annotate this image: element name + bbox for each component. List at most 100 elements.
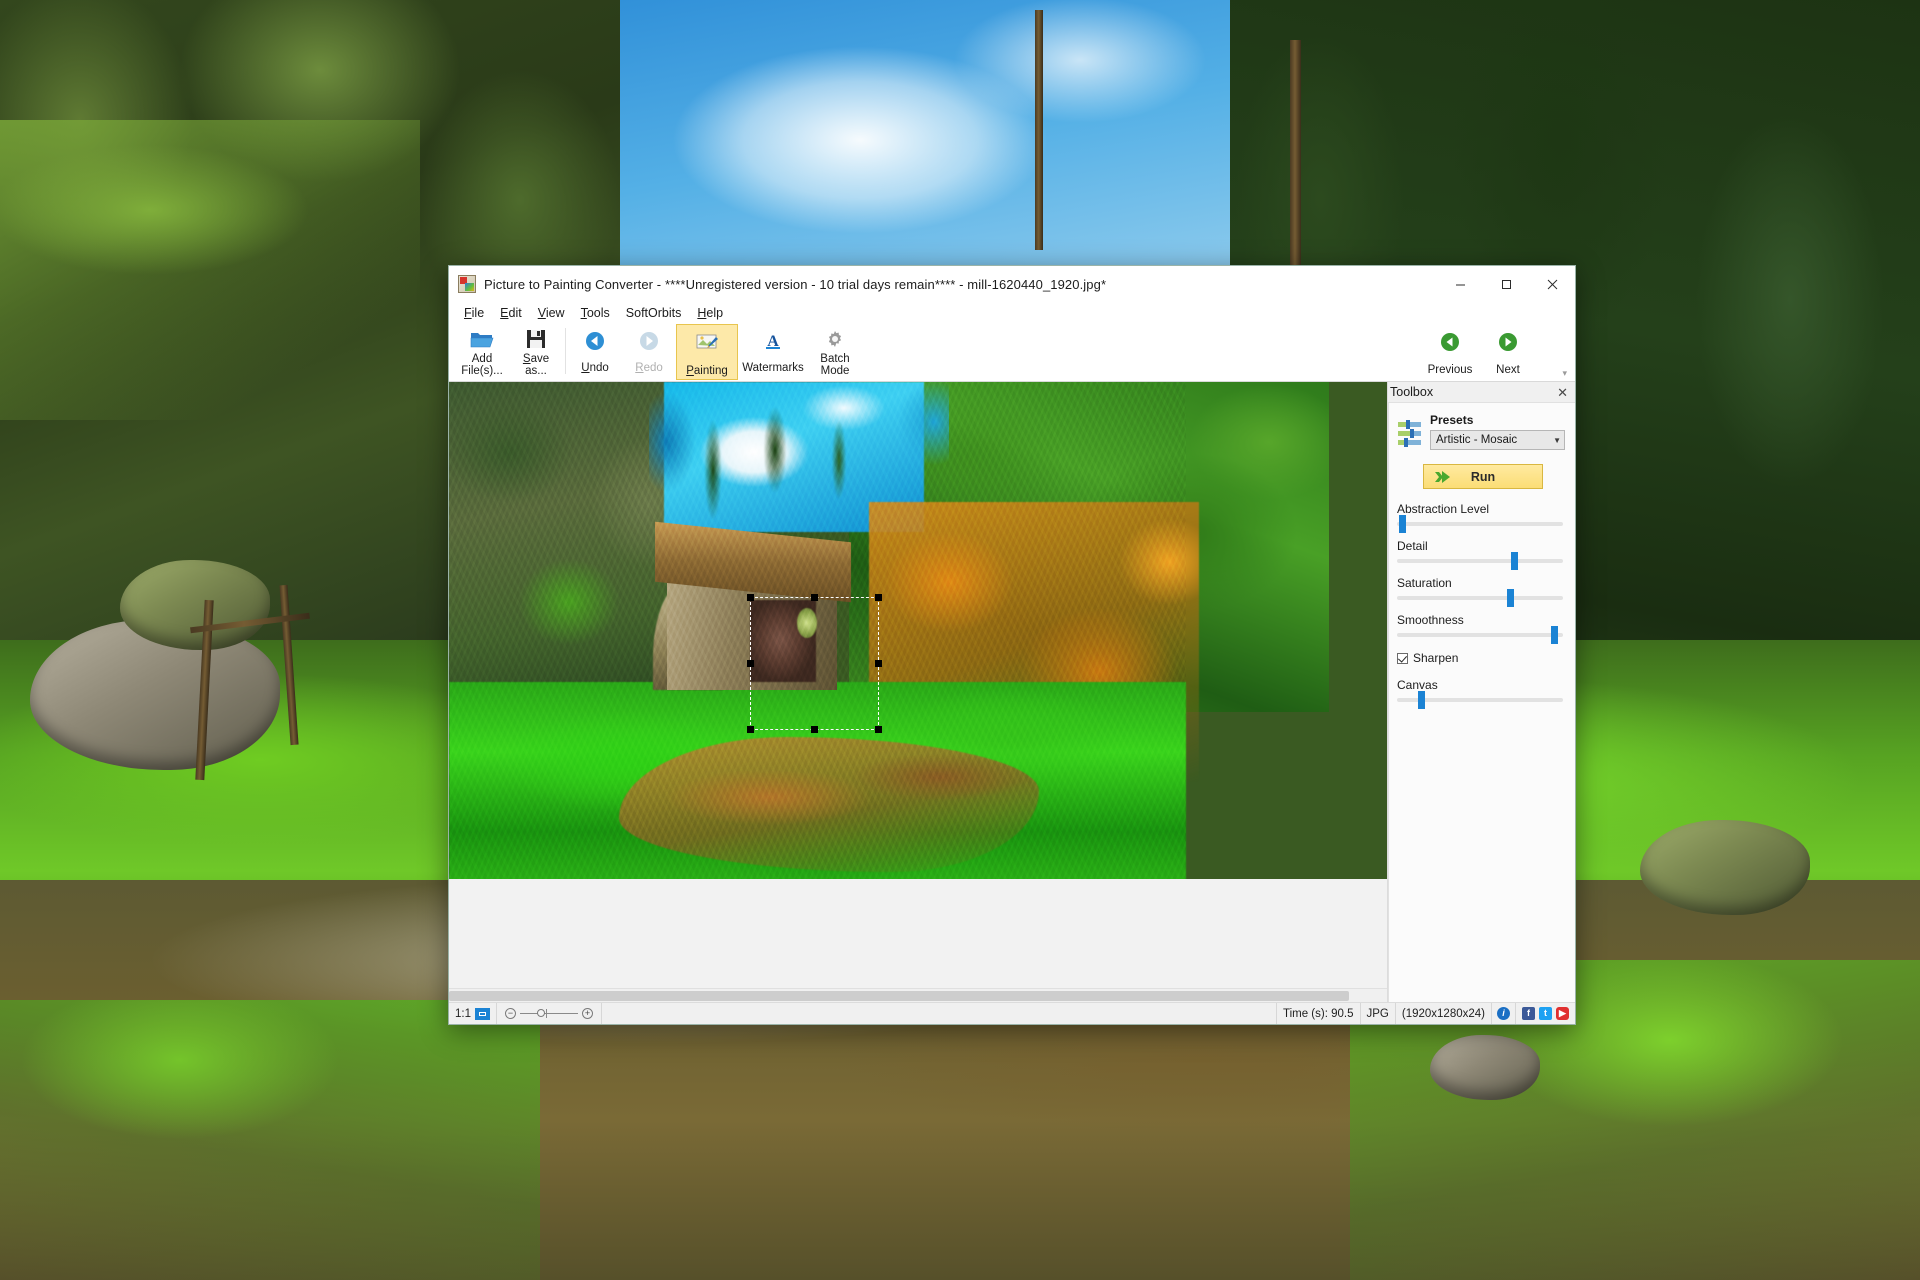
- open-folder-icon: [469, 327, 495, 351]
- undo-label: Undo: [581, 361, 609, 374]
- painterly-mill-preview[interactable]: [449, 382, 1387, 879]
- watermarks-button[interactable]: A Watermarks: [738, 324, 808, 378]
- facebook-icon[interactable]: f: [1522, 1007, 1535, 1020]
- menu-tools[interactable]: Tools: [573, 304, 618, 322]
- save-as-label-1: Save: [522, 353, 550, 365]
- zoom-ratio[interactable]: 1:1: [449, 1003, 497, 1024]
- add-files-button[interactable]: Add File(s)...: [455, 324, 509, 378]
- wallpaper-tree-trunk: [1035, 10, 1043, 250]
- gear-icon: [822, 327, 848, 351]
- sharpen-label: Sharpen: [1413, 651, 1459, 665]
- preset-dropdown[interactable]: Artistic - Mosaic ▼: [1430, 430, 1565, 450]
- presets-row: Presets Artistic - Mosaic ▼: [1397, 413, 1565, 450]
- batch-mode-button[interactable]: Batch Mode: [808, 324, 862, 378]
- title-bar[interactable]: Picture to Painting Converter - ****Unre…: [449, 266, 1575, 302]
- zoom-slider[interactable]: − +: [497, 1003, 602, 1024]
- undo-button[interactable]: Undo: [568, 324, 622, 378]
- slider-thumb[interactable]: [1506, 589, 1514, 607]
- batch-mode-label-2: Mode: [820, 365, 850, 378]
- zoom-ratio-label: 1:1: [455, 1007, 471, 1020]
- zoom-center-tick: [545, 1009, 547, 1018]
- ribbon-toolbar: Add File(s)... Save as... Undo Redo Pain…: [449, 324, 1575, 382]
- slider-track[interactable]: [1397, 552, 1563, 570]
- selection-handle-w[interactable]: [747, 660, 754, 667]
- slider-track[interactable]: [1397, 626, 1563, 644]
- maximize-icon[interactable]: [1483, 266, 1529, 302]
- slider-saturation: Saturation: [1397, 576, 1565, 607]
- ribbon-divider: [565, 328, 566, 374]
- green-double-arrow-icon: [1434, 470, 1454, 484]
- slider-smoothness: Smoothness: [1397, 613, 1565, 644]
- canvas-padding: [449, 879, 1387, 988]
- zoom-out-icon[interactable]: −: [505, 1008, 516, 1019]
- wallpaper-rock: [1430, 1035, 1540, 1100]
- zoom-track[interactable]: [520, 1009, 578, 1018]
- slider-track[interactable]: [1397, 589, 1563, 607]
- add-files-label-1: Add: [471, 353, 493, 365]
- slider-thumb[interactable]: [1551, 626, 1559, 644]
- slider-track[interactable]: [1397, 691, 1563, 709]
- batch-mode-label-1: Batch: [820, 353, 850, 365]
- menu-help[interactable]: Help: [689, 304, 731, 322]
- slider-detail: Detail: [1397, 539, 1565, 570]
- twitter-icon[interactable]: t: [1539, 1007, 1552, 1020]
- app-window: Picture to Painting Converter - ****Unre…: [448, 265, 1576, 1025]
- info-button[interactable]: i: [1492, 1003, 1516, 1024]
- wallpaper-left-bank: [0, 1000, 540, 1280]
- sliders-equalizer-icon: [1397, 419, 1423, 449]
- slider-thumb[interactable]: [1417, 691, 1425, 709]
- info-icon[interactable]: i: [1497, 1007, 1510, 1020]
- selection-handle-n[interactable]: [811, 594, 818, 601]
- minimize-icon[interactable]: [1437, 266, 1483, 302]
- selection-marquee[interactable]: [747, 594, 882, 733]
- fit-to-window-icon[interactable]: [475, 1007, 490, 1020]
- painting-button[interactable]: Painting: [676, 324, 738, 380]
- next-button[interactable]: Next: [1479, 327, 1537, 381]
- selection-handle-s[interactable]: [811, 726, 818, 733]
- selection-handle-sw[interactable]: [747, 726, 754, 733]
- close-icon[interactable]: [1529, 266, 1575, 302]
- window-controls: [1437, 266, 1575, 302]
- scrollbar-thumb[interactable]: [449, 991, 1350, 1001]
- toolbox-content: Presets Artistic - Mosaic ▼ Run Abstract…: [1388, 402, 1575, 1002]
- watermarks-label: Watermarks: [742, 361, 804, 374]
- slider-track[interactable]: [1397, 515, 1563, 533]
- run-button[interactable]: Run: [1423, 464, 1543, 489]
- slider-label: Abstraction Level: [1397, 502, 1490, 516]
- canvas-area[interactable]: [449, 382, 1387, 1002]
- zoom-knob[interactable]: [537, 1009, 546, 1017]
- save-as-button[interactable]: Save as...: [509, 324, 563, 378]
- toolbox-header: Toolbox ✕: [1388, 382, 1575, 402]
- youtube-icon[interactable]: ▶: [1556, 1007, 1569, 1020]
- menu-edit[interactable]: Edit: [492, 304, 530, 322]
- slider-label: Canvas: [1397, 678, 1438, 692]
- sharpen-checkbox[interactable]: [1397, 652, 1408, 664]
- social-links: f t ▶: [1516, 1003, 1575, 1024]
- floppy-disk-icon: [523, 327, 549, 351]
- slider-thumb[interactable]: [1398, 515, 1406, 533]
- slider-label: Saturation: [1397, 576, 1452, 590]
- selection-handle-ne[interactable]: [875, 594, 882, 601]
- menu-file[interactable]: File: [456, 304, 492, 322]
- status-spacer: [602, 1003, 1277, 1024]
- preset-selected-value: Artistic - Mosaic: [1436, 434, 1518, 446]
- wallpaper-rock: [120, 560, 270, 650]
- previous-button[interactable]: Previous: [1421, 327, 1479, 381]
- app-easel-icon: [458, 275, 476, 293]
- next-label: Next: [1496, 364, 1520, 376]
- canvas-horizontal-scrollbar[interactable]: [449, 988, 1387, 1002]
- slider-thumb[interactable]: [1511, 552, 1519, 570]
- selection-handle-se[interactable]: [875, 726, 882, 733]
- ribbon-navigation: Previous Next: [1421, 324, 1537, 381]
- menu-view[interactable]: View: [530, 304, 573, 322]
- image-dimensions: (1920x1280x24): [1396, 1003, 1492, 1024]
- close-icon[interactable]: ✕: [1554, 386, 1571, 399]
- redo-button[interactable]: Redo: [622, 324, 676, 378]
- ribbon-expand-chevron[interactable]: ▾: [1562, 368, 1567, 379]
- selection-handle-e[interactable]: [875, 660, 882, 667]
- selection-handle-nw[interactable]: [747, 594, 754, 601]
- sharpen-checkbox-row[interactable]: Sharpen: [1397, 651, 1565, 665]
- zoom-in-icon[interactable]: +: [582, 1008, 593, 1019]
- menu-softorbits[interactable]: SoftOrbits: [618, 304, 690, 322]
- slider-label: Smoothness: [1397, 613, 1464, 627]
